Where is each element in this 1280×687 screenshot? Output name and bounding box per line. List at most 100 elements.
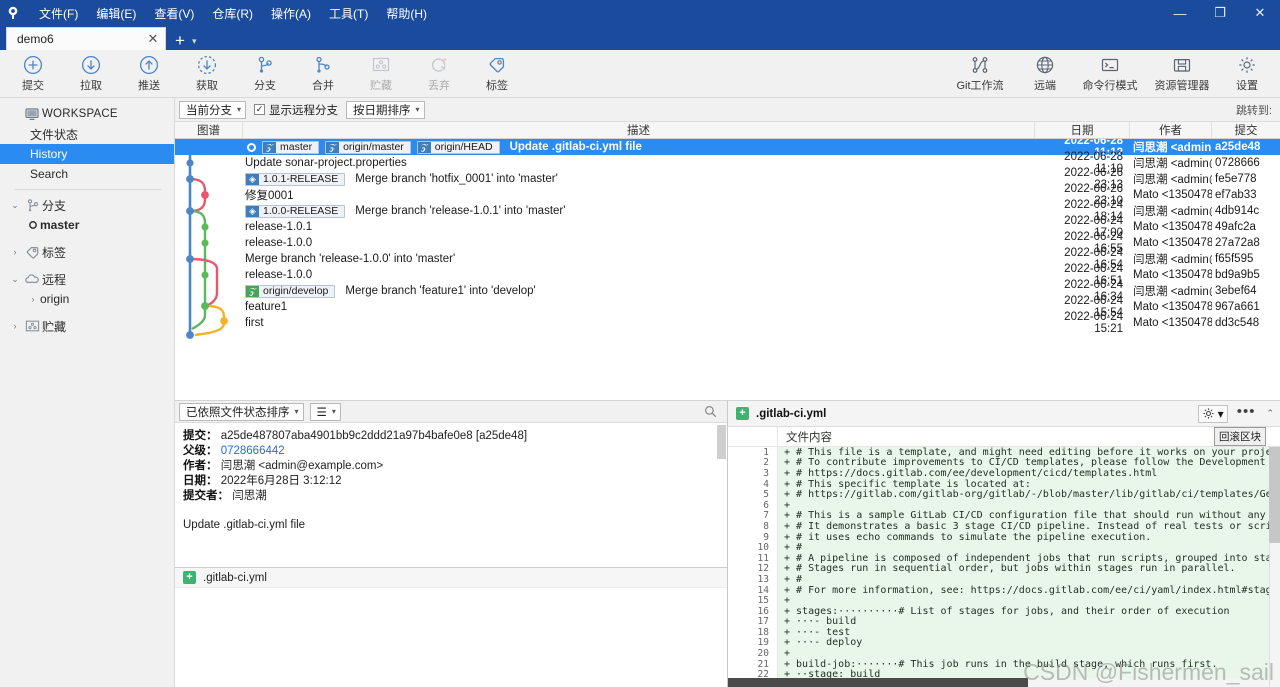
merge-button[interactable]: 合并: [294, 51, 352, 97]
ref-label: origin/master: [343, 141, 404, 153]
branch-button[interactable]: 分支: [236, 51, 294, 97]
sidebar-item-origin[interactable]: › origin: [0, 289, 174, 309]
branch-filter-dropdown[interactable]: 当前分支 ▾: [179, 100, 247, 119]
changed-files-list[interactable]: + .gitlab-ci.yml: [175, 567, 727, 687]
diff-line: 5 + # https://gitlab.com/gitlab-org/gitla…: [728, 489, 1280, 500]
restore-button[interactable]: ❐: [1200, 0, 1240, 26]
scrollbar-thumb[interactable]: [1269, 447, 1280, 543]
sidebar-item-search[interactable]: Search: [0, 164, 174, 184]
branch-badge[interactable]: 𝒵origin/develop: [245, 284, 336, 298]
chevron-right-icon[interactable]: ›: [8, 247, 22, 257]
branch-badge[interactable]: 𝒵origin/master: [325, 140, 411, 154]
view-mode-dropdown[interactable]: ☰ ▾: [309, 402, 341, 421]
explorer-button[interactable]: 资源管理器: [1146, 51, 1218, 97]
fetch-button[interactable]: 获取: [178, 51, 236, 97]
parent-commit-link[interactable]: 0728666442: [221, 445, 285, 457]
sidebar-workspace[interactable]: WORKSPACE: [0, 104, 174, 124]
list-item[interactable]: + .gitlab-ci.yml: [175, 568, 727, 588]
commit-message-text: release-1.0.1: [245, 221, 313, 233]
commit-metadata[interactable]: 提交： a25de487807aba4901bb9c2ddd21a97b4baf…: [175, 423, 727, 567]
hash-cell: a25de48: [1215, 141, 1261, 153]
show-remote-branches-label: 显示远程分支: [269, 104, 339, 117]
discard-label: 丢弃: [428, 80, 450, 92]
sidebar-item-master[interactable]: master: [0, 215, 174, 235]
menu-edit[interactable]: 编辑(E): [87, 2, 145, 25]
remote-button[interactable]: 远端: [1016, 51, 1074, 97]
minimize-button[interactable]: —: [1160, 0, 1200, 26]
git-flow-button[interactable]: Git工作流: [944, 51, 1016, 97]
menu-tools[interactable]: 工具(T): [320, 2, 377, 25]
diff-line: 11 + # A pipeline is composed of independ…: [728, 553, 1280, 564]
sidebar-group-tags[interactable]: › 标签: [0, 242, 174, 262]
detail-scrollbar-thumb[interactable]: [717, 425, 726, 459]
line-number: 7: [728, 510, 778, 521]
line-text: + # It demonstrates a basic 3 stage CI/C…: [784, 520, 1280, 532]
menu-action[interactable]: 操作(A): [262, 2, 320, 25]
author-cell: Mato <13504789: [1133, 317, 1212, 329]
commit-button[interactable]: 提交: [4, 51, 62, 97]
sidebar-group-branches[interactable]: ⌄ 分支: [0, 195, 174, 215]
commit-table[interactable]: 𝒵master 𝒵origin/master 𝒵origin/HEAD Update …: [175, 139, 1280, 400]
chevron-down-icon[interactable]: ▾: [192, 36, 201, 50]
diff-more-button[interactable]: •••: [1235, 403, 1260, 425]
revert-hunk-button[interactable]: 回滚区块: [1214, 427, 1266, 446]
diff-content[interactable]: 1 + # This file is a template, and might …: [728, 447, 1280, 687]
push-button[interactable]: 推送: [120, 51, 178, 97]
chevron-right-icon[interactable]: ›: [8, 321, 22, 331]
diff-settings-dropdown[interactable]: ▾: [1197, 404, 1228, 423]
author-cell: 闫思潮 <admin@: [1133, 142, 1212, 154]
graph-cell: [175, 299, 243, 315]
line-number: 11: [728, 553, 778, 564]
column-header-commit[interactable]: 提交: [1212, 122, 1280, 138]
diff-horizontal-scrollbar[interactable]: [728, 678, 1269, 687]
column-header-date[interactable]: 日期: [1035, 122, 1130, 138]
search-icon[interactable]: [704, 405, 723, 418]
diff-vertical-scrollbar[interactable]: [1269, 447, 1280, 687]
sidebar-item-history[interactable]: History: [0, 144, 174, 164]
chevron-up-icon[interactable]: ⌃: [1266, 408, 1276, 419]
tag-label: 标签: [486, 80, 508, 92]
line-number: 21: [728, 659, 778, 670]
close-button[interactable]: ✕: [1240, 0, 1280, 26]
line-text: + ···- test: [784, 626, 851, 638]
settings-button[interactable]: 设置: [1218, 51, 1276, 97]
table-row[interactable]: first 2022-06-24 15:21 Mato <13504789 dd3c5…: [175, 311, 1280, 335]
menu-file[interactable]: 文件(F): [30, 2, 87, 25]
sidebar-item-file-status[interactable]: 文件状态: [0, 124, 174, 144]
branch-badge[interactable]: 𝒵master: [262, 140, 320, 154]
diff-line: 21 + build-job:·······# This job runs in …: [728, 659, 1280, 670]
column-header-author[interactable]: 作者: [1130, 122, 1212, 138]
file-sort-dropdown[interactable]: 已依照文件状态排序 ▾: [179, 402, 304, 421]
scrollbar-thumb[interactable]: [728, 678, 1028, 687]
chevron-down-icon[interactable]: ⌄: [8, 200, 22, 211]
tab-demo6[interactable]: demo6 ✕: [6, 27, 166, 50]
detail-row-author: 作者： 闫思潮 <admin@example.com>: [183, 459, 719, 474]
show-remote-branches-checkbox[interactable]: ✓ 显示远程分支: [254, 102, 338, 118]
tag-button[interactable]: 标签: [468, 51, 526, 97]
terminal-button[interactable]: 命令行模式: [1074, 51, 1146, 97]
column-header-description[interactable]: 描述: [243, 122, 1035, 138]
add-tab-button[interactable]: +: [166, 32, 192, 50]
line-text: + # A pipeline is composed of independen…: [784, 552, 1280, 564]
sort-dropdown[interactable]: 按日期排序 ▾: [346, 100, 425, 119]
discard-button[interactable]: 丢弃: [410, 51, 468, 97]
chevron-right-icon[interactable]: ›: [26, 294, 40, 304]
menu-help[interactable]: 帮助(H): [377, 2, 436, 25]
branch-badge[interactable]: 𝒵origin/HEAD: [416, 140, 500, 154]
line-text: + ···- deploy: [784, 637, 863, 649]
tag-badge[interactable]: ◈ 1.0.0-RELEASE: [245, 204, 346, 218]
close-icon[interactable]: ✕: [145, 31, 161, 47]
pull-button[interactable]: 拉取: [62, 51, 120, 97]
line-text: +: [784, 595, 797, 607]
menu-view[interactable]: 查看(V): [145, 2, 203, 25]
column-header-graph[interactable]: 图谱: [175, 122, 243, 138]
chevron-down-icon[interactable]: ⌄: [8, 274, 22, 285]
line-text: + #: [784, 542, 803, 554]
sidebar-group-stash[interactable]: › 贮藏: [0, 316, 174, 336]
diff-line: 1 + # This file is a template, and might …: [728, 447, 1280, 458]
stash-button[interactable]: 贮藏: [352, 51, 410, 97]
menu-repo[interactable]: 仓库(R): [203, 2, 262, 25]
sidebar-group-remotes[interactable]: ⌄ 远程: [0, 269, 174, 289]
tag-badge[interactable]: ◈ 1.0.1-RELEASE: [245, 172, 346, 186]
